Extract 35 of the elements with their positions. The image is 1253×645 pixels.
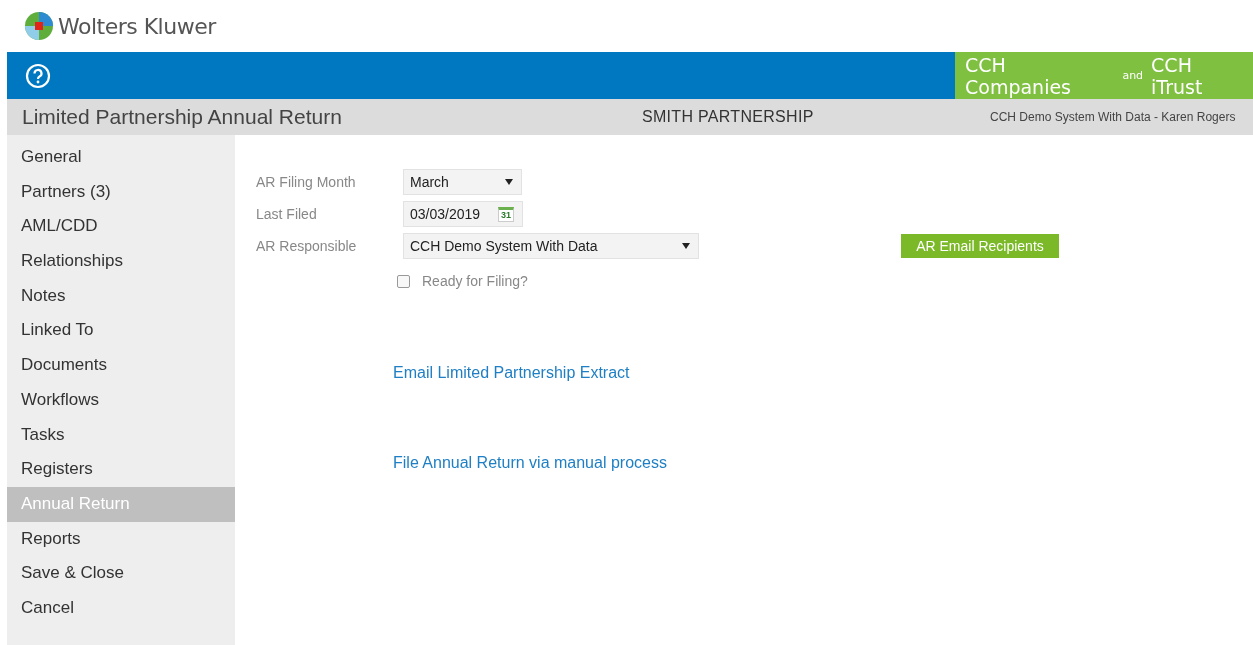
brand-name: CCH Companies [965, 53, 1072, 98]
caret-icon [505, 179, 513, 185]
field-label: Last Filed [256, 206, 317, 222]
sidebar-item[interactable]: Reports [7, 521, 235, 557]
sidebar-item[interactable]: Documents [7, 348, 235, 383]
calendar-icon[interactable]: 31 [498, 206, 514, 222]
responsible-dropdown[interactable]: CCH Demo System With Data [403, 233, 699, 259]
globe-logo-icon [24, 11, 54, 41]
date-field[interactable]: 03/03/2019 31 [403, 201, 523, 227]
field-label: AR Responsible [256, 238, 357, 254]
sidebar-item[interactable]: Save & Close [7, 556, 235, 591]
entity-name: SMITH PARTNERSHIP [642, 108, 815, 126]
sidebar-item[interactable]: Relationships [7, 244, 235, 279]
checkbox-label: Ready for Filing? [422, 273, 528, 289]
action-link[interactable]: File Annual Return via manual process [393, 454, 667, 472]
sidebar-item[interactable]: Cancel [7, 590, 235, 626]
sidebar-item[interactable]: Registers [7, 452, 235, 487]
help-icon[interactable] [25, 62, 51, 89]
sidebar-item[interactable]: Tasks [7, 417, 235, 453]
sidebar-item[interactable]: Partners (3) [7, 174, 235, 210]
brand-joiner: and [1122, 69, 1144, 82]
sidebar-item[interactable]: General [7, 140, 235, 175]
sidebar-item[interactable]: AML/CDD [7, 209, 235, 245]
sidebar-item[interactable]: Notes [7, 278, 235, 314]
sidebar-item[interactable]: Linked To [7, 313, 235, 349]
user-info: CCH Demo System With Data - Karen Rogers [990, 110, 1236, 124]
field-label: AR Filing Month [256, 174, 356, 190]
brand-name: CCH iTrust [1151, 53, 1204, 98]
page-title: Limited Partnership Annual Return [21, 105, 343, 129]
action-link[interactable]: Email Limited Partnership Extract [393, 364, 630, 382]
caret-icon [682, 243, 690, 249]
company-logo-text: Wolters Kluwer [58, 13, 216, 39]
month-dropdown[interactable]: March [403, 169, 522, 195]
checkbox[interactable] [397, 274, 410, 288]
sidebar-item[interactable]: Workflows [7, 382, 235, 418]
